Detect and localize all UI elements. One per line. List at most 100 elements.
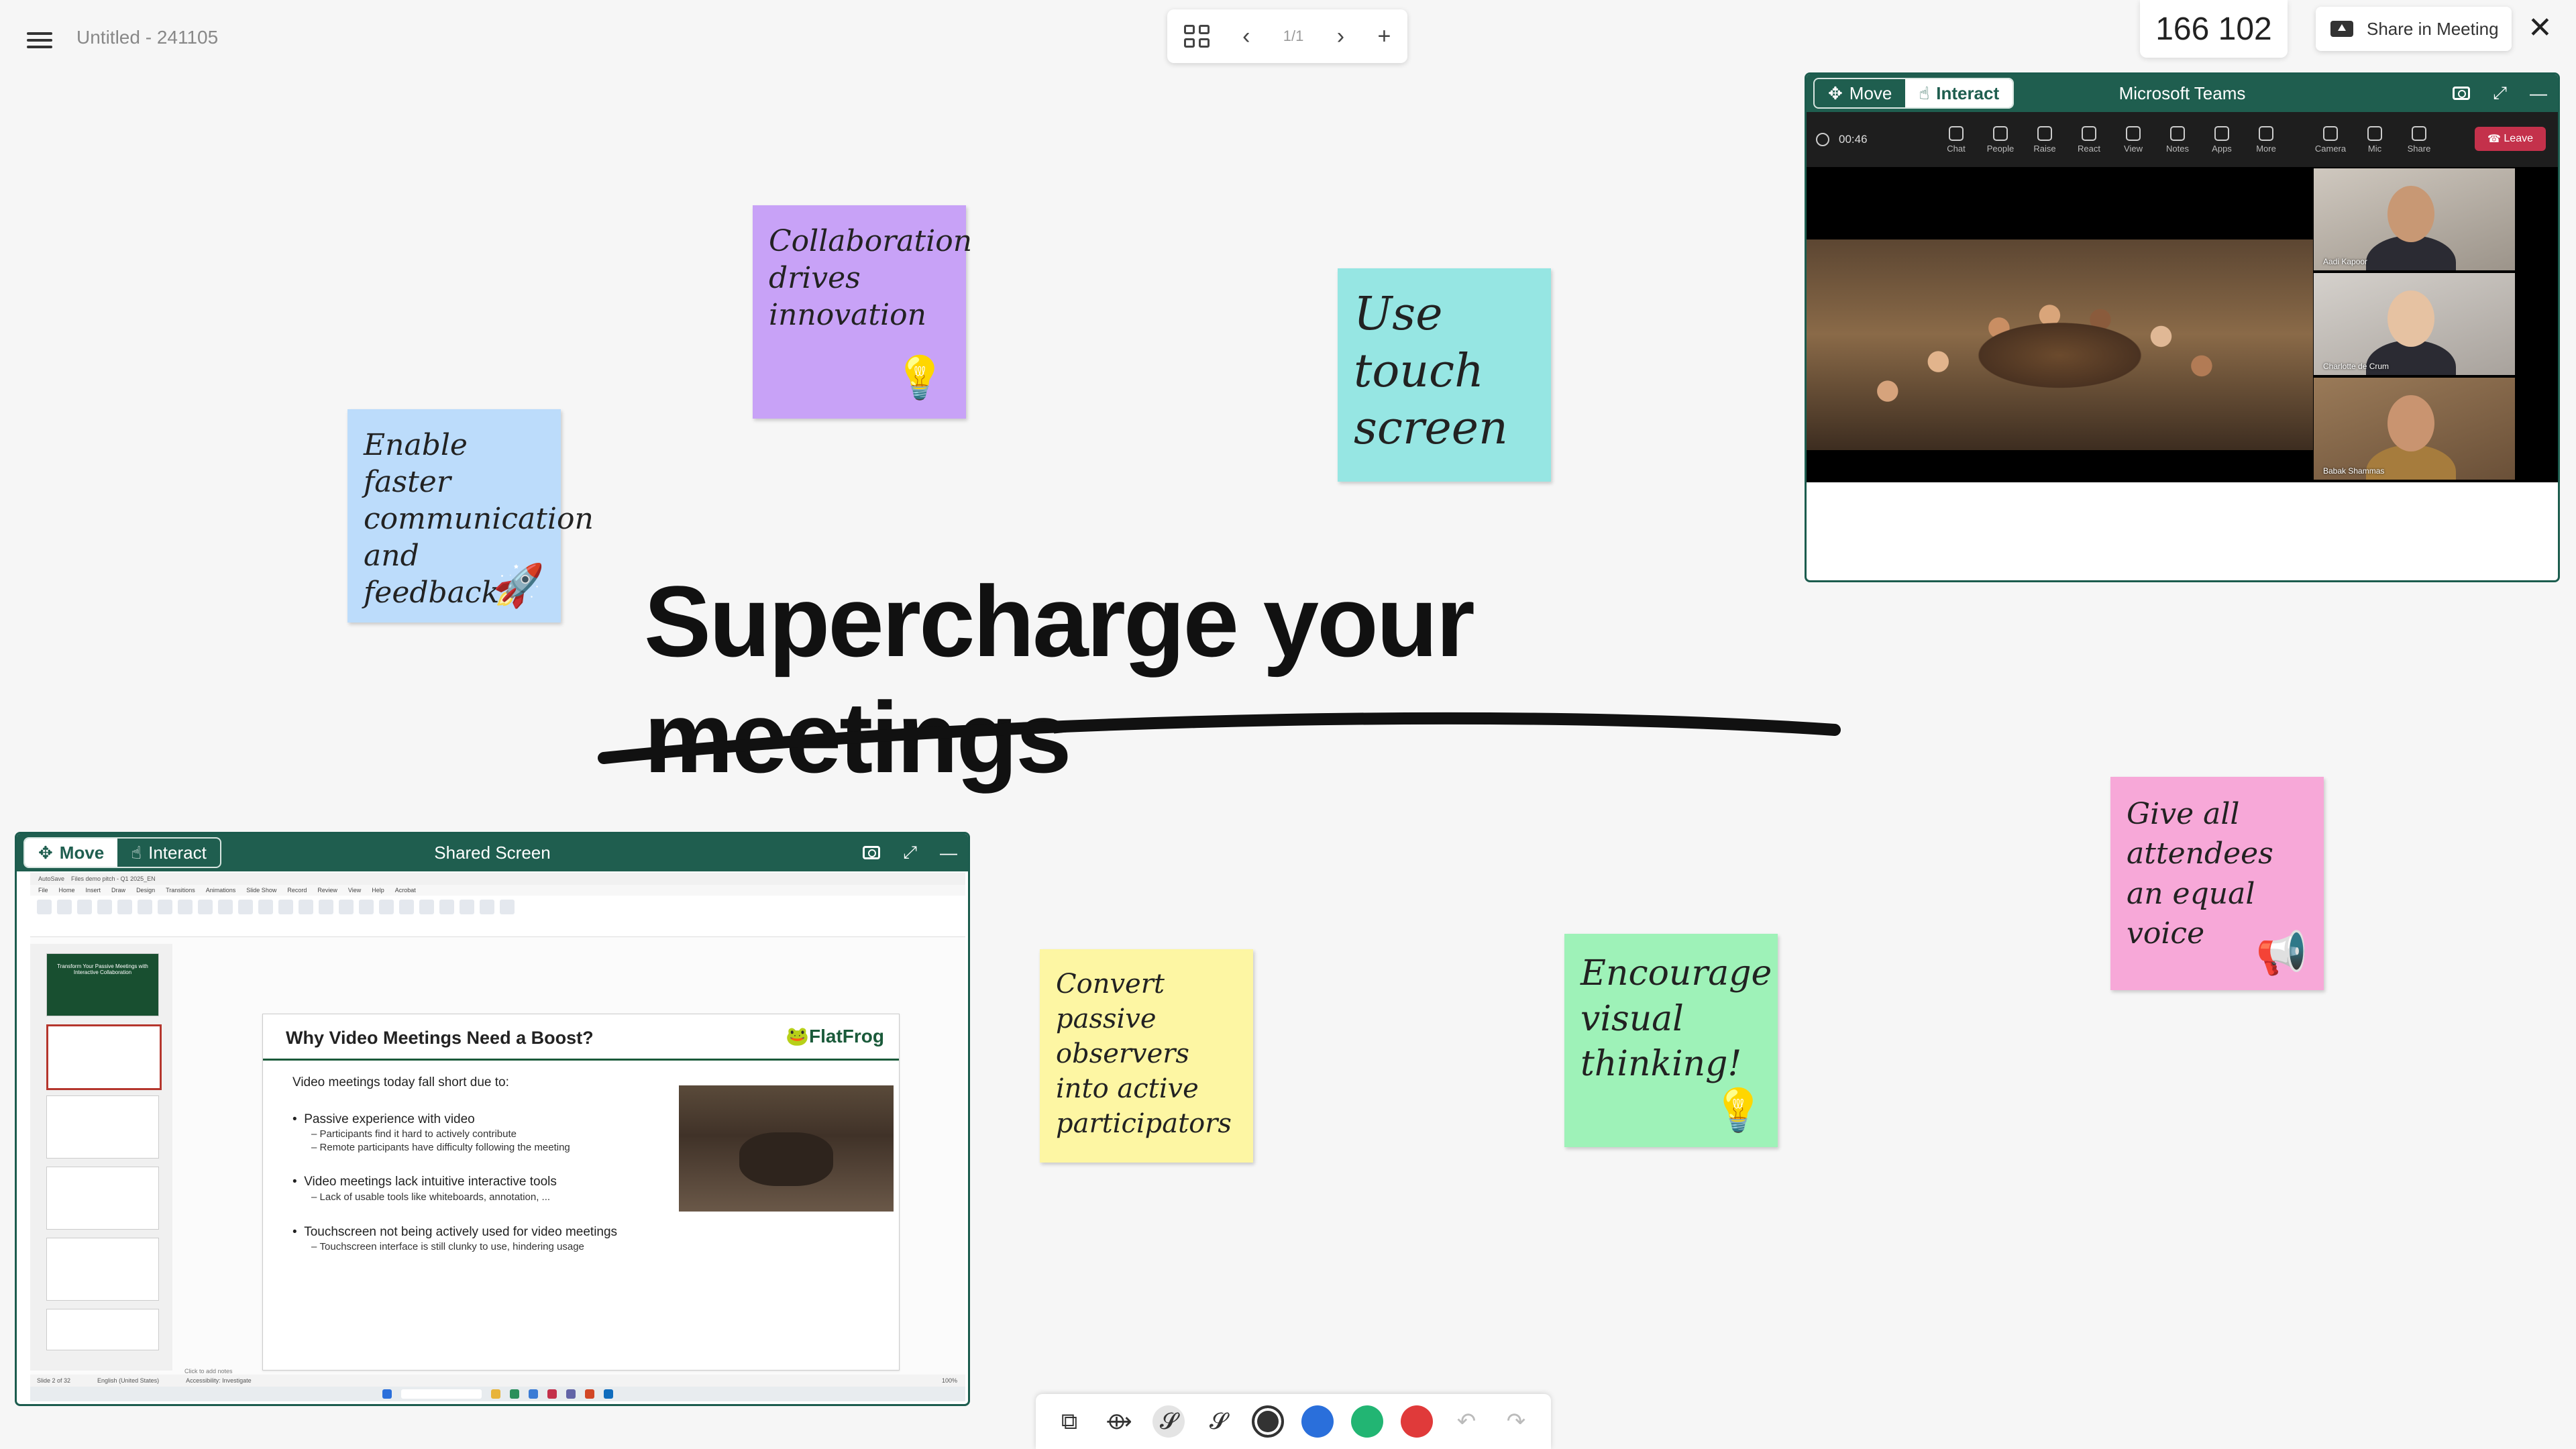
- ribbon-tab[interactable]: Design: [136, 887, 155, 894]
- sticky-note-visual[interactable]: Encourage visual thinking! 💡: [1564, 934, 1778, 1147]
- ribbon-icon[interactable]: [37, 900, 52, 914]
- pen-tool-icon[interactable]: 𝓢: [1152, 1405, 1185, 1438]
- ribbon-icon[interactable]: [480, 900, 494, 914]
- ribbon-tab[interactable]: Insert: [86, 887, 101, 894]
- share-in-meeting-button[interactable]: Share in Meeting: [2316, 7, 2512, 51]
- sticky-note-voice[interactable]: Give all attendees an equal voice 📢: [2110, 777, 2324, 990]
- ribbon-icon[interactable]: [158, 900, 172, 914]
- ribbon-tab[interactable]: Review: [317, 887, 337, 894]
- ribbon-icon[interactable]: [77, 900, 92, 914]
- slide-thumbnail[interactable]: [46, 1238, 159, 1301]
- ribbon-tab[interactable]: File: [38, 887, 48, 894]
- sticky-note-touch[interactable]: Use touch screen: [1338, 268, 1551, 482]
- move-button[interactable]: ✥ Move: [25, 839, 118, 867]
- camera-icon[interactable]: [2453, 87, 2471, 100]
- ribbon-icon[interactable]: [198, 900, 213, 914]
- move-button[interactable]: ✥ Move: [1815, 79, 1905, 107]
- ribbon-icon[interactable]: [97, 900, 112, 914]
- ribbon-tab[interactable]: Help: [372, 887, 384, 894]
- teams-tool-share[interactable]: Share: [2406, 125, 2432, 154]
- start-icon[interactable]: [382, 1389, 392, 1399]
- ribbon-icon[interactable]: [460, 900, 474, 914]
- ribbon-tab[interactable]: Draw: [111, 887, 125, 894]
- powerpoint-app[interactable]: AutoSave Files demo pitch - Q1 2025_EN F…: [30, 873, 965, 1401]
- ribbon-icon[interactable]: [379, 900, 394, 914]
- outlook-icon[interactable]: [604, 1389, 613, 1399]
- folder-icon[interactable]: [491, 1389, 500, 1399]
- ribbon-tab[interactable]: Acrobat: [395, 887, 416, 894]
- minimize-icon[interactable]: —: [940, 843, 957, 863]
- slide-thumbnail[interactable]: [46, 1095, 159, 1159]
- ribbon-icon[interactable]: [117, 900, 132, 914]
- ribbon-tab[interactable]: Record: [287, 887, 307, 894]
- ink-stroke[interactable]: [590, 698, 1851, 771]
- ribbon-icon[interactable]: [138, 900, 152, 914]
- slide-thumbnail[interactable]: [46, 1024, 162, 1090]
- expand-icon[interactable]: ⤢: [903, 842, 917, 863]
- ribbon-icon[interactable]: [57, 900, 72, 914]
- app-icon[interactable]: [510, 1389, 519, 1399]
- slide-thumbnail[interactable]: [46, 1309, 159, 1350]
- app-icon[interactable]: [547, 1389, 557, 1399]
- ribbon-icon[interactable]: [500, 900, 515, 914]
- notes-placeholder[interactable]: Click to add notes: [184, 1368, 233, 1375]
- ribbon-tab[interactable]: View: [348, 887, 361, 894]
- teams-tool-react[interactable]: React: [2076, 125, 2102, 154]
- color-swatch-red[interactable]: [1401, 1405, 1433, 1438]
- ribbon-icon[interactable]: [419, 900, 434, 914]
- minimize-icon[interactable]: —: [2530, 83, 2547, 104]
- close-icon[interactable]: ✕: [2528, 13, 2553, 43]
- search-box[interactable]: [401, 1389, 482, 1399]
- ribbon-icon[interactable]: [359, 900, 374, 914]
- teams-icon[interactable]: [566, 1389, 576, 1399]
- teams-tool-chat[interactable]: Chat: [1943, 125, 1969, 154]
- ribbon-icon[interactable]: [299, 900, 313, 914]
- marker-tool-icon[interactable]: 𝓢: [1202, 1405, 1234, 1438]
- teams-tool-apps[interactable]: Apps: [2209, 125, 2235, 154]
- slide-thumbnail[interactable]: [46, 1167, 159, 1230]
- teams-tool-mic[interactable]: Mic: [2362, 125, 2387, 154]
- ribbon-icon[interactable]: [178, 900, 193, 914]
- color-swatch-black[interactable]: [1252, 1405, 1284, 1438]
- accessibility-label[interactable]: Accessibility: Investigate: [186, 1377, 252, 1384]
- ribbon-tab[interactable]: Transitions: [166, 887, 195, 894]
- sticky-note-convert[interactable]: Convert passive observers into active pa…: [1040, 949, 1253, 1163]
- sticky-note-enable[interactable]: Enable faster communication and feedback…: [347, 409, 594, 623]
- ribbon-tab[interactable]: Slide Show: [246, 887, 276, 894]
- menu-icon[interactable]: [24, 27, 55, 54]
- teams-window[interactable]: ✥ Move ☝ Interact Microsoft Teams ⤢ — 00:4…: [1805, 72, 2560, 582]
- interact-button[interactable]: ☝ Interact: [117, 839, 220, 867]
- interact-button[interactable]: ☝ Interact: [1905, 79, 2013, 107]
- ribbon-icon[interactable]: [439, 900, 454, 914]
- teams-tool-camera[interactable]: Camera: [2315, 125, 2346, 154]
- ribbon-icon[interactable]: [278, 900, 293, 914]
- page-grid-icon[interactable]: [1183, 25, 1210, 48]
- ribbon-icon[interactable]: [238, 900, 253, 914]
- powerpoint-icon[interactable]: [585, 1389, 594, 1399]
- color-swatch-green[interactable]: [1351, 1405, 1383, 1438]
- ribbon-icon[interactable]: [339, 900, 354, 914]
- chevron-left-icon[interactable]: ‹: [1242, 23, 1250, 50]
- teams-tool-view[interactable]: View: [2121, 125, 2146, 154]
- undo-icon[interactable]: ↶: [1450, 1405, 1483, 1438]
- ribbon-icon[interactable]: [399, 900, 414, 914]
- teams-tool-more[interactable]: More: [2253, 125, 2279, 154]
- ribbon-icon[interactable]: [319, 900, 333, 914]
- leave-button[interactable]: ☎ Leave: [2475, 127, 2546, 151]
- expand-icon[interactable]: ⤢: [2493, 83, 2507, 104]
- ribbon-tab[interactable]: Animations: [206, 887, 236, 894]
- ribbon-icon[interactable]: [258, 900, 273, 914]
- current-slide[interactable]: Why Video Meetings Need a Boost? 🐸FlatFr…: [262, 1014, 900, 1371]
- teams-window-bar[interactable]: ✥ Move ☝ Interact Microsoft Teams ⤢ —: [1807, 74, 2558, 112]
- app-icon[interactable]: [529, 1389, 538, 1399]
- ribbon-icon[interactable]: [218, 900, 233, 914]
- shared-screen-window[interactable]: ✥ Move ☝ Interact Shared Screen ⤢ — AutoSa…: [15, 832, 970, 1406]
- select-tool-icon[interactable]: ⧉: [1053, 1405, 1085, 1438]
- camera-icon[interactable]: [863, 846, 881, 859]
- teams-tool-raise[interactable]: Raise: [2032, 125, 2057, 154]
- sticky-note-collaboration[interactable]: Collaboration drives innovation 💡: [753, 205, 972, 419]
- ribbon-tab[interactable]: Home: [59, 887, 75, 894]
- shared-screen-bar[interactable]: ✥ Move ☝ Interact Shared Screen ⤢ —: [17, 834, 968, 871]
- teams-tool-people[interactable]: People: [1987, 125, 2014, 154]
- color-swatch-blue[interactable]: [1301, 1405, 1334, 1438]
